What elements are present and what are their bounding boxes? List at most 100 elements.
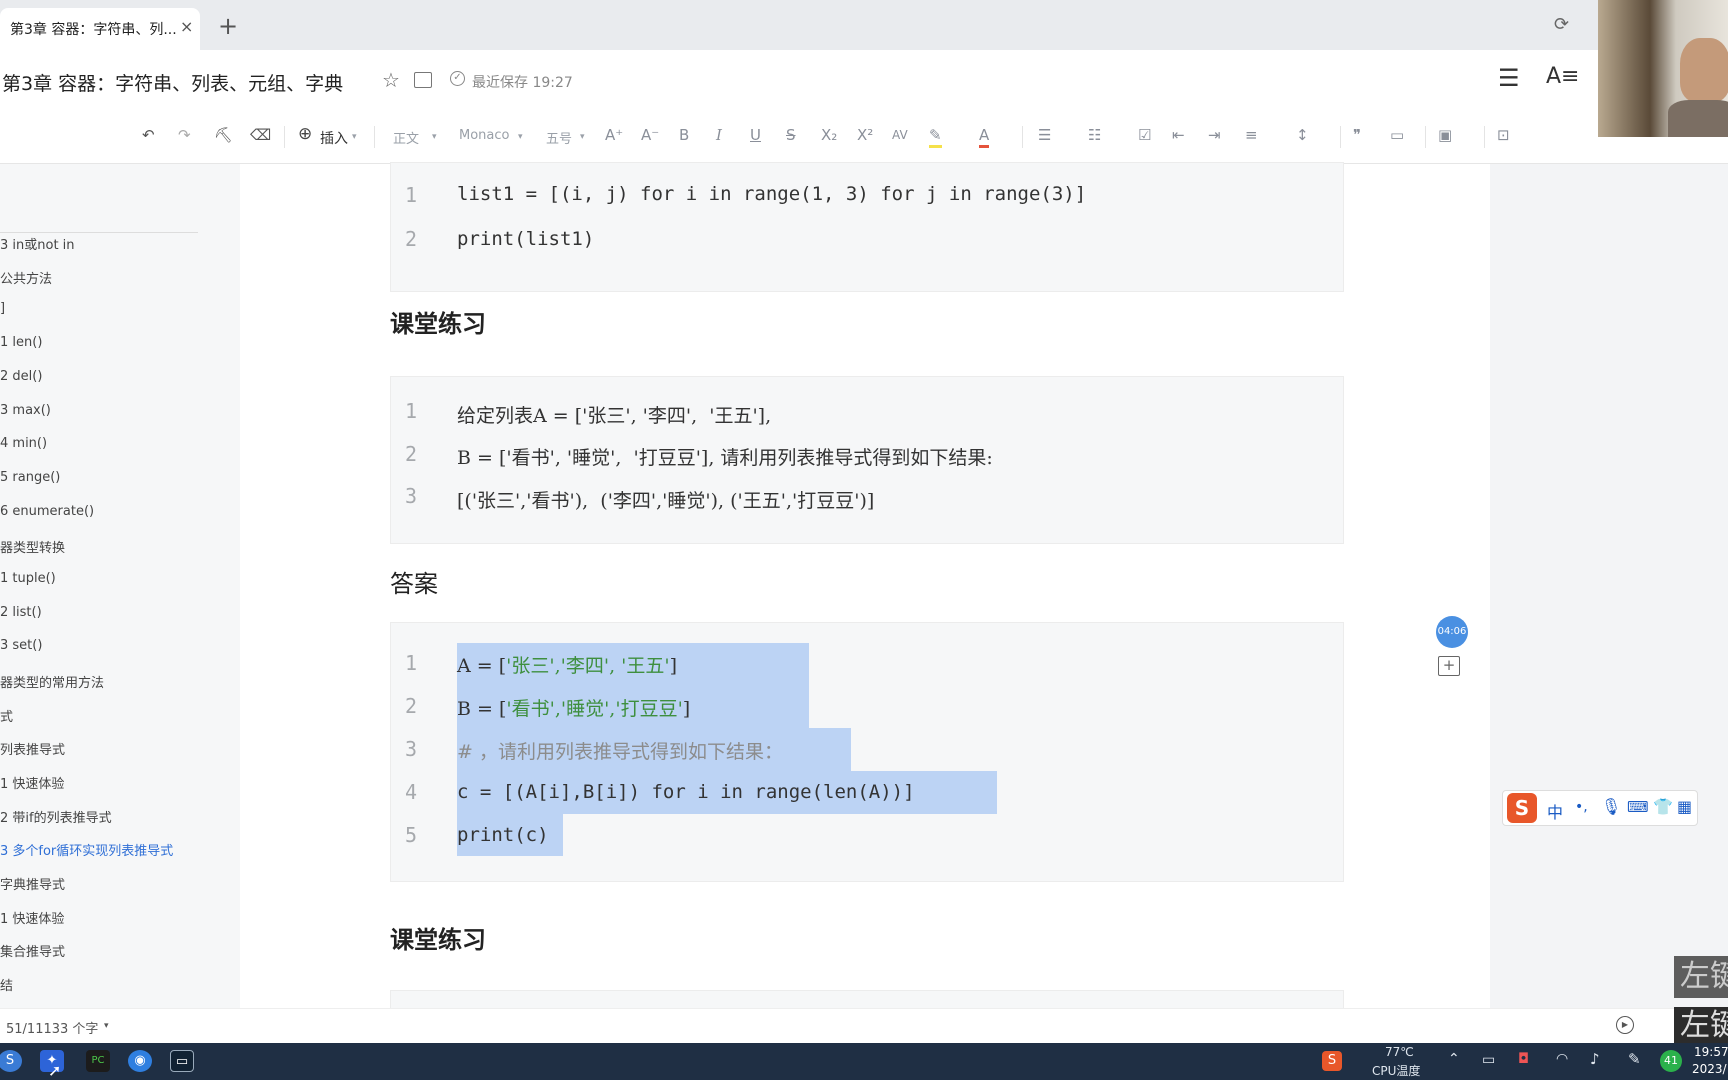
word-count[interactable]: 51/11133 个字 (6, 1018, 98, 1037)
outline-item[interactable]: 2 带if的列表推导式 (0, 807, 112, 826)
font-select[interactable]: Monaco (459, 128, 509, 143)
section-heading: 课堂练习 (390, 926, 486, 954)
underline-button[interactable]: U (750, 126, 761, 144)
outline-item[interactable]: 字典推导式 (0, 874, 65, 893)
battery-icon[interactable]: ▭ (1482, 1052, 1495, 1068)
code-block[interactable]: 1 给定列表A = ['张三', '李四', '王五'], 2 B = ['看书… (390, 376, 1344, 544)
timer-badge: 04:06 (1436, 616, 1468, 648)
outline-item[interactable]: 器类型转换 (0, 537, 65, 556)
outdent-icon[interactable]: ⇤ (1172, 126, 1185, 144)
outline-item[interactable]: 1 快速体验 (0, 773, 64, 792)
insert-button[interactable]: 插入 (320, 128, 348, 148)
outline-item-active[interactable]: 3 多个for循环实现列表推导式 (0, 840, 173, 859)
skin-icon[interactable]: 👕 (1653, 797, 1673, 816)
mic-icon[interactable]: 🎙 (1601, 797, 1621, 816)
document-tab[interactable]: 第3章 容器：字符串、列... × (0, 8, 200, 50)
volume-icon[interactable]: ♪ (1590, 1050, 1600, 1068)
punct-icon[interactable]: •, (1575, 799, 1588, 815)
keyboard-icon[interactable]: ⌨ (1627, 798, 1649, 816)
bullet-list-icon[interactable]: ☰ (1038, 126, 1051, 144)
star-icon[interactable]: ☆ (382, 68, 400, 92)
more-tools-icon[interactable]: ⊡ (1497, 126, 1510, 144)
font-grow-icon[interactable]: A⁺ (605, 126, 623, 144)
app-icon-chrome[interactable]: ◉ (128, 1050, 152, 1072)
code-block[interactable]: 1 list1 = [(i, j) for i in range(1, 3) f… (390, 162, 1344, 292)
outline-item[interactable]: 列表推导式 (0, 739, 65, 758)
move-icon[interactable] (414, 72, 432, 88)
ime-mode[interactable]: 中 (1547, 799, 1563, 823)
document-canvas: 1 list1 = [(i, j) for i in range(1, 3) f… (240, 162, 1490, 1020)
wordcount-dropdown-icon[interactable]: ▾ (104, 1021, 109, 1031)
align-icon[interactable]: ≡ (1245, 126, 1258, 144)
outline-item[interactable]: 1 快速体验 (0, 908, 64, 927)
outline-divider (0, 232, 198, 233)
app-icon-pycharm[interactable]: PC (86, 1050, 110, 1072)
quote-icon[interactable]: ❞ (1353, 126, 1361, 144)
outline-item[interactable]: 2 del() (0, 369, 42, 384)
format-painter-icon[interactable]: ⛏ (214, 126, 233, 144)
outline-item[interactable]: 3 in或not in (0, 234, 75, 253)
line-number: 3 (405, 737, 418, 761)
font-color-icon[interactable]: A (979, 126, 990, 148)
outline-item[interactable]: 1 tuple() (0, 571, 56, 586)
sogou-tray-icon[interactable]: S (1322, 1051, 1342, 1071)
font-shrink-icon[interactable]: A⁻ (641, 126, 659, 144)
clock-date[interactable]: 2023/ (1692, 1062, 1727, 1076)
menu-icon[interactable]: ☰ (1498, 64, 1520, 92)
ime-toolbar[interactable]: S 中 •, 🎙 ⌨ 👕 ▦ (1502, 790, 1698, 826)
doc-title: 第3章 容器：字符串、列表、元组、字典 (2, 73, 344, 95)
eraser-icon[interactable]: ⌫ (250, 126, 271, 144)
add-comment-icon[interactable]: + (1438, 656, 1460, 676)
insert-plus-icon[interactable]: ⊕ (298, 124, 312, 144)
battery-badge[interactable]: 41 (1660, 1050, 1682, 1072)
outline-item[interactable]: 4 min() (0, 436, 47, 451)
outline-item[interactable]: 2 list() (0, 605, 42, 620)
close-icon[interactable]: × (180, 17, 193, 36)
security-icon[interactable]: ◘ (1518, 1051, 1529, 1067)
tray-expand-icon[interactable]: ⌃ (1448, 1051, 1460, 1067)
line-spacing-icon[interactable]: ↕ (1296, 126, 1309, 144)
code-block-selected[interactable]: 1 A = ['张三','李四', '王五'] 2 B = ['看书','睡觉'… (390, 622, 1344, 882)
clock-time[interactable]: 19:57 (1694, 1045, 1728, 1059)
paragraph-style-select[interactable]: 正文 (393, 128, 419, 147)
outline-item[interactable]: 1 len() (0, 335, 42, 350)
highlight-icon[interactable]: ✎ (929, 126, 942, 148)
watermark-box: 左键 (1674, 1007, 1728, 1044)
outline-item[interactable]: 器类型的常用方法 (0, 672, 104, 691)
outline-item[interactable]: ] (0, 301, 5, 316)
wifi-icon[interactable]: ◠ (1556, 1051, 1568, 1067)
refresh-icon[interactable]: ⟳ (1554, 14, 1569, 35)
superscript-button[interactable]: X² (857, 126, 873, 144)
outline-item[interactable]: 式 (0, 706, 13, 725)
play-icon[interactable]: ▶ (1616, 1016, 1634, 1034)
pen-icon[interactable]: ✎ (1628, 1050, 1641, 1068)
bold-button[interactable]: B (679, 126, 689, 144)
char-spacing-icon[interactable]: AV (892, 128, 908, 142)
redo-icon[interactable]: ↷ (178, 126, 191, 144)
numbered-list-icon[interactable]: ☷ (1088, 126, 1101, 144)
taskbar: S ✦ ➚ PC ◉ ▭ S 77℃ CPU温度 ⌃ ▭ ◘ ◠ ♪ ✎ 41 … (0, 1043, 1728, 1080)
outline-item[interactable]: 结 (0, 975, 13, 994)
webcam-person (1680, 38, 1728, 102)
outline-item[interactable]: 3 set() (0, 638, 42, 653)
text-format-icon[interactable]: A≡ (1546, 64, 1579, 89)
size-select[interactable]: 五号 (546, 128, 572, 147)
subscript-button[interactable]: X₂ (821, 126, 837, 144)
outline-item[interactable]: 6 enumerate() (0, 504, 94, 519)
strikethrough-button[interactable]: S (786, 126, 796, 144)
italic-button[interactable]: I (716, 126, 722, 144)
outline-item[interactable]: 5 range() (0, 470, 60, 485)
divider-icon[interactable]: ▭ (1390, 126, 1404, 144)
app-icon-browser[interactable]: S (0, 1050, 22, 1072)
outline-item[interactable]: 集合推导式 (0, 941, 65, 960)
indent-icon[interactable]: ⇥ (1208, 126, 1221, 144)
outline-item[interactable]: 公共方法 (0, 268, 52, 287)
new-tab-button[interactable]: + (218, 12, 238, 40)
block-style-icon[interactable]: ▣ (1438, 126, 1452, 144)
app-icon-terminal[interactable]: ▭ (170, 1050, 194, 1072)
tools-icon[interactable]: ▦ (1677, 797, 1692, 816)
insert-dropdown-icon[interactable]: ▾ (352, 132, 357, 142)
undo-icon[interactable]: ↶ (142, 126, 155, 144)
outline-item[interactable]: 3 max() (0, 403, 51, 418)
checklist-icon[interactable]: ☑ (1138, 126, 1151, 144)
